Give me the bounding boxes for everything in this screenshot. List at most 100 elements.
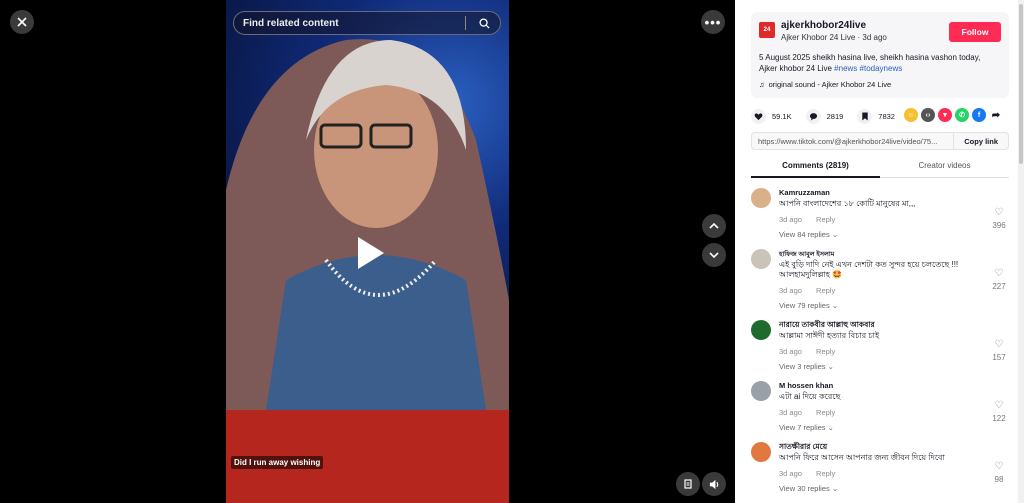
comment-time: 3d ago: [779, 215, 802, 224]
search-icon[interactable]: [474, 17, 494, 29]
tab-comments[interactable]: Comments (2819): [751, 158, 880, 178]
comment-text: আপনি বাংলাদেশের ১৮ কোটি মানুষের মা,,,: [779, 199, 916, 208]
reply-button[interactable]: Reply: [816, 286, 835, 295]
reply-button[interactable]: Reply: [816, 408, 835, 417]
comment-like[interactable]: ♡ 227: [989, 263, 1009, 291]
comment-meta: 3d ago Reply: [779, 215, 835, 224]
heart-outline-icon: ♡: [994, 207, 1004, 218]
search-divider: [465, 16, 466, 30]
sound-label: original sound - Ajker Khobor 24 Live: [768, 80, 892, 89]
facebook-icon[interactable]: f: [972, 108, 986, 122]
music-note-icon: ♫: [759, 80, 765, 89]
reply-button[interactable]: Reply: [816, 347, 835, 356]
copy-link-button[interactable]: Copy link: [953, 133, 1008, 149]
heart-icon: [751, 108, 766, 124]
sound-link[interactable]: ♫ original sound - Ajker Khobor 24 Live: [759, 80, 891, 89]
play-button[interactable]: [352, 235, 388, 271]
comment-text: এটা ai দিয়ে করেছে: [779, 392, 841, 401]
view-replies-label: View 84 replies: [779, 230, 830, 239]
next-video-button[interactable]: [702, 243, 726, 267]
share-arrow-icon[interactable]: ➦: [989, 108, 1003, 122]
search-placeholder: Find related content: [243, 17, 339, 29]
panel-tabs: Comments (2819) Creator videos: [751, 158, 1009, 178]
comment-list: Kamruzzaman আপনি বাংলাদেশের ১৮ কোটি মানু…: [751, 188, 1009, 503]
view-replies-button[interactable]: View 7 replies ⌄: [779, 423, 834, 432]
side-panel: 24 ajkerkhobor24live Ajker Khobor 24 Liv…: [735, 0, 1024, 503]
comment-username[interactable]: Kamruzzaman: [779, 188, 830, 197]
comment-like[interactable]: ♡ 122: [989, 395, 1009, 423]
view-replies-button[interactable]: View 30 replies ⌄: [779, 484, 838, 493]
search-bar[interactable]: Find related content: [233, 11, 501, 35]
hashtag-news[interactable]: #news: [834, 64, 857, 73]
like-action[interactable]: 59.1K: [751, 108, 792, 124]
chevron-up-icon: [709, 222, 719, 229]
avatar[interactable]: [751, 442, 771, 462]
comment-action[interactable]: 2819: [805, 108, 844, 124]
comment-like[interactable]: ♡ 157: [989, 334, 1009, 362]
comment-like[interactable]: ♡ 98: [989, 456, 1009, 484]
video-thumbnail: [226, 39, 509, 411]
comment-meta: 3d ago Reply: [779, 347, 835, 356]
avatar[interactable]: [751, 188, 771, 208]
hashtag-todaynews[interactable]: #todaynews: [860, 64, 903, 73]
comment-time: 3d ago: [779, 469, 802, 478]
repost-icon[interactable]: ☺: [904, 108, 918, 122]
more-icon: •••: [704, 14, 722, 30]
comment-username[interactable]: M hossen khan: [779, 381, 833, 390]
comment-count: 2819: [826, 111, 844, 121]
scrollbar-thumb[interactable]: [1019, 4, 1023, 164]
comment-meta: 3d ago Reply: [779, 469, 835, 478]
comment-meta: 3d ago Reply: [779, 286, 835, 295]
channel-avatar[interactable]: 24: [759, 22, 775, 38]
like-count: 59.1K: [772, 111, 792, 121]
send-icon[interactable]: ▼: [938, 108, 952, 122]
close-icon: [17, 17, 27, 27]
comment-like-count: 122: [992, 414, 1006, 423]
flag-icon: [684, 479, 692, 489]
whatsapp-icon[interactable]: ✆: [955, 108, 969, 122]
comment-like-count: 227: [992, 282, 1006, 291]
report-button[interactable]: [676, 472, 700, 496]
reply-button[interactable]: Reply: [816, 215, 835, 224]
view-replies-button[interactable]: View 3 replies ⌄: [779, 362, 834, 371]
close-button[interactable]: [10, 10, 34, 34]
comment-time: 3d ago: [779, 408, 802, 417]
comment-meta: 3d ago Reply: [779, 408, 835, 417]
view-replies-button[interactable]: View 84 replies ⌄: [779, 230, 838, 239]
comment-username[interactable]: হাফিজ আবুল ইসলাম: [779, 249, 834, 260]
video-url[interactable]: https://www.tiktok.com/@ajkerkhobor24liv…: [752, 137, 953, 146]
tab-creator-videos[interactable]: Creator videos: [880, 158, 1009, 177]
avatar[interactable]: [751, 249, 771, 269]
embed-icon[interactable]: ‹›: [921, 108, 935, 122]
volume-button[interactable]: [702, 472, 726, 496]
comment-time: 3d ago: [779, 286, 802, 295]
video-stage: Find related content Did I run away wish…: [0, 0, 735, 503]
reply-button[interactable]: Reply: [816, 469, 835, 478]
avatar[interactable]: [751, 320, 771, 340]
share-icons: ☺ ‹› ▼ ✆ f ➦: [904, 108, 1003, 122]
avatar[interactable]: [751, 381, 771, 401]
video-frame: [226, 0, 509, 411]
comment-item: M hossen khan এটা ai দিয়ে করেছে 3d ago …: [751, 381, 1009, 442]
volume-icon: [709, 479, 718, 489]
view-replies-label: View 3 replies: [779, 362, 826, 371]
comment-text: এই বুড়ি দাদি নেই এখন দেশটা কত সুন্দর হয…: [779, 260, 959, 279]
heart-outline-icon: ♡: [994, 400, 1004, 411]
video-caption: Did I run away wishing: [231, 456, 324, 469]
comment-like-count: 157: [992, 353, 1006, 362]
channel-name[interactable]: ajkerkhobor24live: [781, 20, 866, 31]
comment-item: Kamruzzaman আপনি বাংলাদেশের ১৮ কোটি মানু…: [751, 188, 1009, 249]
more-options-button[interactable]: •••: [701, 10, 725, 34]
comment-icon: [805, 108, 821, 124]
heart-outline-icon: ♡: [994, 268, 1004, 279]
previous-video-button[interactable]: [702, 214, 726, 238]
channel-meta: Ajker Khobor 24 Live · 3d ago: [781, 33, 887, 42]
play-icon: [358, 237, 384, 269]
view-replies-button[interactable]: View 79 replies ⌄: [779, 301, 838, 310]
panel-scrollbar[interactable]: [1018, 0, 1024, 503]
comment-like[interactable]: ♡ 396: [989, 202, 1009, 230]
follow-button[interactable]: Follow: [949, 22, 1001, 42]
video-info-card: 24 ajkerkhobor24live Ajker Khobor 24 Liv…: [751, 12, 1009, 98]
save-action[interactable]: 7832: [857, 108, 895, 124]
view-replies-label: View 30 replies: [779, 484, 830, 493]
